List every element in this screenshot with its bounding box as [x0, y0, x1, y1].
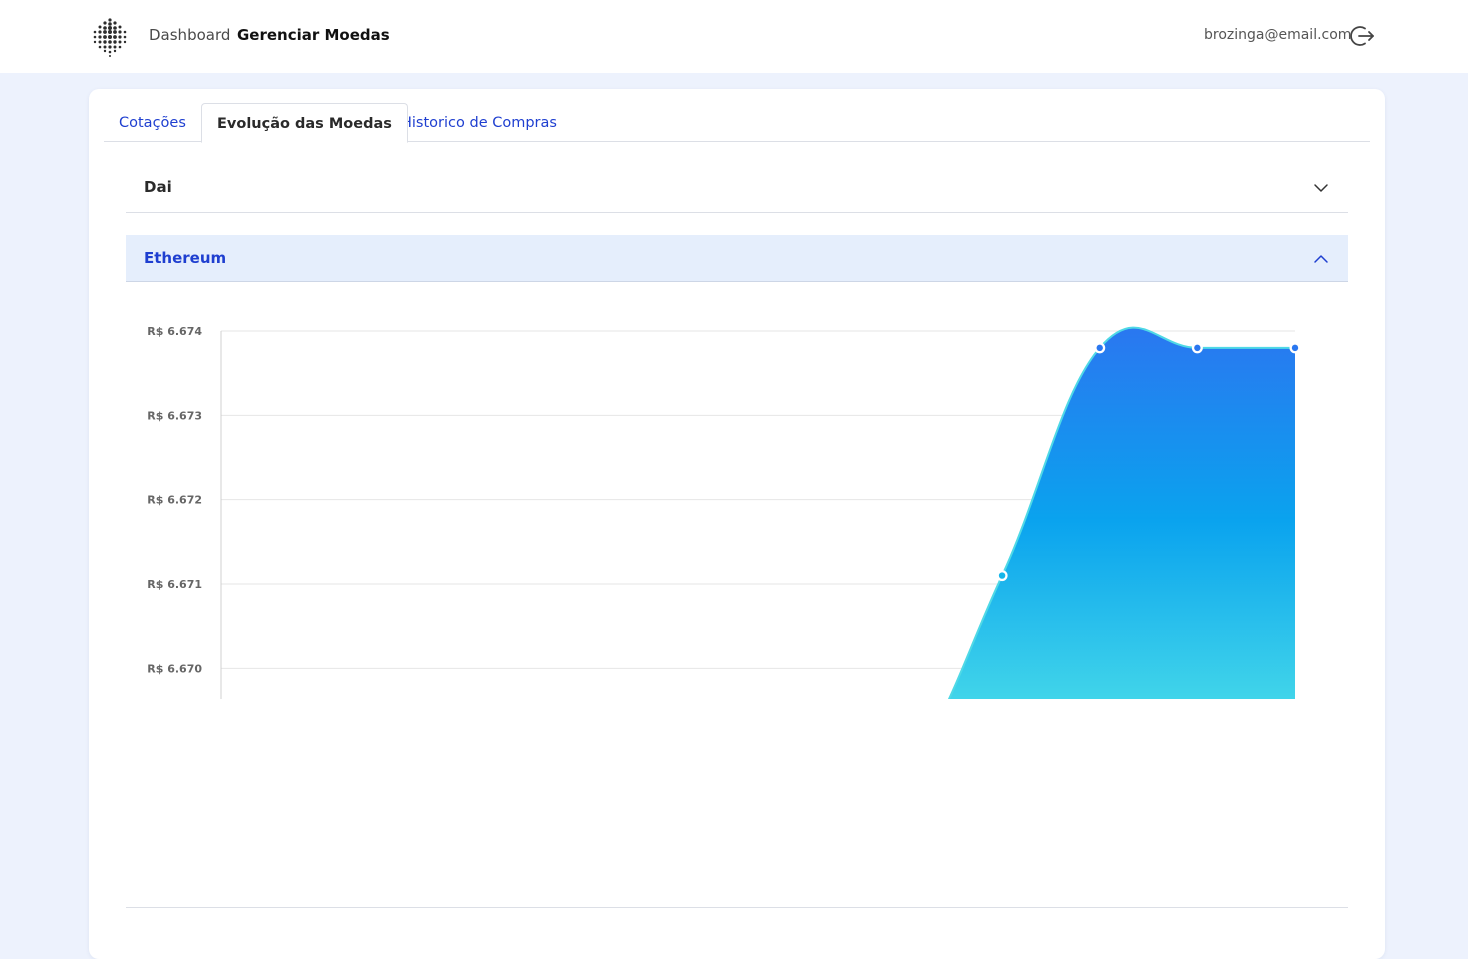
chevron-up-icon	[1314, 255, 1328, 263]
tab-historico-compras[interactable]: Historico de Compras	[386, 103, 572, 141]
series-area	[221, 327, 1295, 837]
y-tick-label: R$ 6.671	[147, 578, 202, 591]
y-tick-label: R$ 6.670	[147, 662, 202, 675]
accordion-ethereum-title: Ethereum	[144, 249, 227, 267]
y-tick-label: R$ 6.674	[147, 325, 202, 338]
chevron-down-icon	[1314, 184, 1328, 192]
ethereum-price-chart: R$ 6.674 R$ 6.673 R$ 6.672 R$ 6.671 R$ 6.670…	[126, 299, 1348, 874]
app-logo-icon[interactable]	[91, 17, 129, 57]
y-tick-label: R$ 6.672	[147, 494, 202, 507]
chart-svg: R$ 6.674 R$ 6.673 R$ 6.672 R$ 6.671 R$ 6.670…	[147, 325, 1332, 874]
main-card: Cotações Evolução das Moedas Historico d…	[89, 89, 1385, 959]
logout-icon[interactable]	[1350, 24, 1376, 48]
user-email: brozinga@email.com	[1204, 27, 1352, 43]
accordion-dai-title: Dai	[144, 178, 172, 196]
nav-manage-coins-link[interactable]: Gerenciar Moedas	[237, 26, 390, 44]
data-point-core	[1291, 344, 1299, 352]
chart-area	[221, 326, 1295, 837]
y-tick-label: R$ 6.673	[147, 409, 202, 422]
nav-dashboard-link[interactable]: Dashboard	[149, 26, 230, 44]
accordion-bottom-divider	[126, 907, 1348, 908]
tab-cotacoes[interactable]: Cotações	[104, 103, 201, 141]
data-point-core	[998, 572, 1006, 579]
top-navbar: Dashboard Gerenciar Moedas brozinga@emai…	[0, 0, 1468, 73]
accordion-ethereum-header[interactable]: Ethereum	[126, 235, 1348, 282]
tab-evolucao-moedas[interactable]: Evolução das Moedas	[201, 103, 408, 143]
accordion-dai-header[interactable]: Dai	[126, 164, 1348, 213]
data-point-core	[1194, 344, 1201, 352]
data-point-core	[1096, 344, 1103, 352]
